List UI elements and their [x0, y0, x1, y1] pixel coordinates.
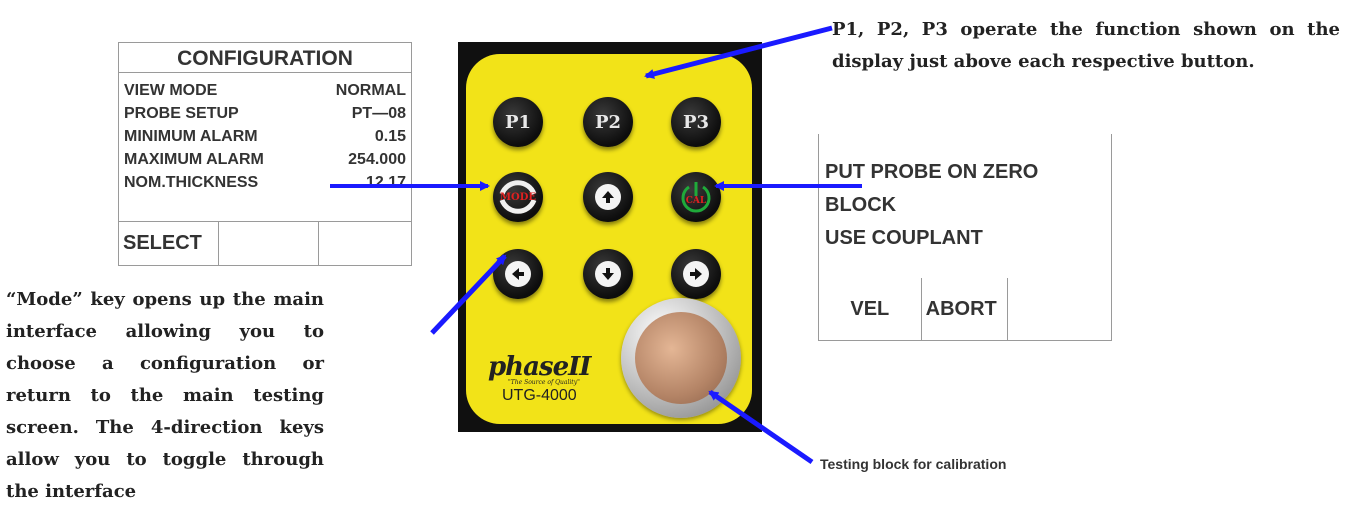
- arrow-to-p2: [644, 25, 833, 79]
- callout-arrows: [330, 25, 862, 465]
- arrow-to-left-key: [430, 254, 507, 335]
- arrow-to-calibration-block: [708, 389, 814, 465]
